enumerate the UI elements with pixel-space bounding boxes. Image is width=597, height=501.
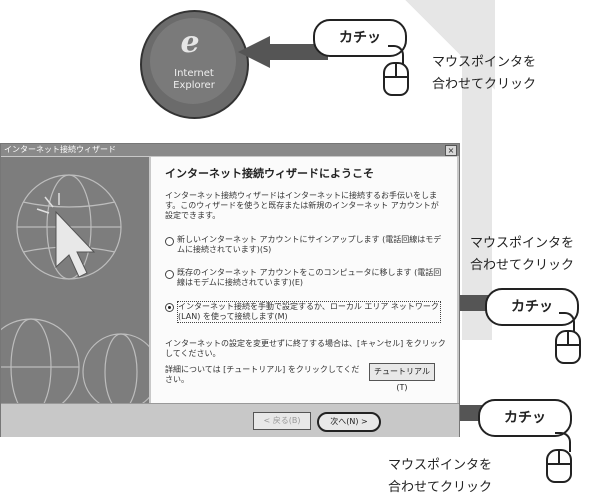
radio-manual[interactable] [165, 303, 174, 312]
arrow-left-icon [238, 36, 270, 68]
wizard-footer: < 戻る(B) 次へ(N) > [1, 403, 459, 437]
window-title: インターネット接続ウィザード [4, 145, 116, 154]
option-transfer-label[interactable]: 既存のインターネット アカウントをこのコンピュータに移します (電話回線はモデム… [177, 268, 445, 288]
ie-logo-icon: e [180, 25, 200, 60]
caption-bottom: マウスポインタを 合わせてクリック [388, 458, 493, 495]
connection-wizard-window: インターネット接続ウィザード × インターネット接続ウィザードにようこそ インタ… [0, 143, 460, 437]
mouse-icon [555, 330, 581, 364]
mouse-icon [383, 62, 409, 96]
mouse-icon [546, 449, 572, 483]
wizard-side-image [1, 157, 149, 403]
globe-cursor-graphic [1, 174, 149, 403]
caption-middle: マウスポインタを 合わせてクリック [470, 236, 575, 273]
next-button[interactable]: 次へ(N) > [317, 412, 381, 432]
mouse-cord [559, 312, 575, 332]
tutorial-note: 詳細については [チュートリアル] をクリックしてください。 [165, 365, 360, 384]
back-button[interactable]: < 戻る(B) [253, 412, 311, 430]
desktop-icon-label: Internet Explorer [173, 68, 215, 91]
wizard-content: インターネット接続ウィザードにようこそ インターネット接続ウィザードはインターネ… [151, 157, 457, 403]
option-signup-label[interactable]: 新しいインターネット アカウントにサインアップします (電話回線はモデムに接続さ… [177, 235, 445, 255]
cancel-note: インターネットの設定を変更せずに終了する場合は、[キャンセル] をクリックしてく… [165, 339, 446, 358]
tutorial-button[interactable]: チュートリアル(T) [369, 363, 435, 392]
radio-transfer[interactable] [165, 270, 174, 279]
window-titlebar: インターネット接続ウィザード × [1, 144, 459, 156]
step-number-bar [462, 0, 492, 340]
radio-signup[interactable] [165, 237, 174, 246]
option-manual-label[interactable]: インターネット接続を手動で設定するか、ローカル エリア ネットワーク (LAN)… [177, 301, 441, 323]
caption-top: マウスポインタを 合わせてクリック [432, 55, 537, 92]
wizard-intro: インターネット接続ウィザードはインターネットに接続するお手伝いをします。このウィ… [165, 191, 439, 220]
close-button[interactable]: × [445, 145, 457, 156]
wizard-heading: インターネット接続ウィザードにようこそ [165, 167, 374, 180]
